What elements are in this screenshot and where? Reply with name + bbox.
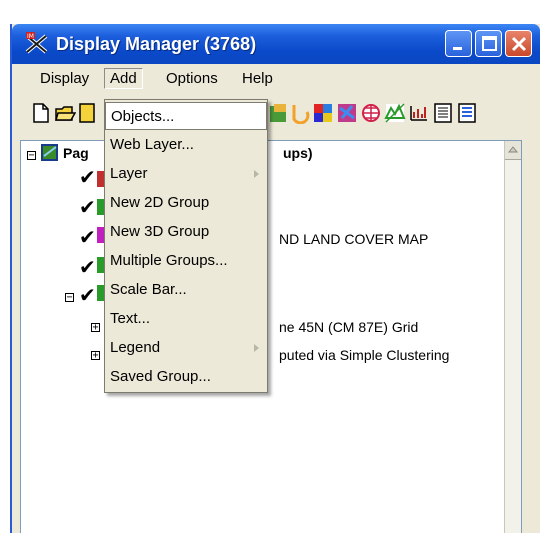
layer-swatch (97, 285, 104, 301)
menu-help[interactable]: Help (236, 70, 279, 87)
maximize-button[interactable] (475, 30, 502, 57)
tree-row-land-cover[interactable]: ND LAND COVER MAP (279, 231, 428, 247)
visibility-checkmark-icon[interactable]: ✔ (79, 255, 96, 280)
expand-clustering-icon[interactable]: + (91, 351, 100, 361)
visibility-checkmark-icon[interactable]: ✔ (79, 165, 96, 190)
color-grid-icon[interactable] (312, 102, 334, 124)
menu-item-objects[interactable]: Objects... (105, 102, 267, 130)
map-layers-icon[interactable] (336, 102, 358, 124)
app-logo-icon: IM (25, 32, 48, 54)
submenu-arrow-icon (254, 344, 259, 352)
menu-item-label: Legend (110, 339, 161, 356)
menu-item-label: Text... (110, 310, 151, 327)
window-title: Display Manager (3768) (56, 34, 257, 54)
submenu-arrow-icon (254, 170, 259, 178)
menu-item-web-layer[interactable]: Web Layer... (105, 131, 267, 159)
menu-display[interactable]: Display (34, 70, 95, 87)
page-layout-icon (41, 144, 58, 161)
minimize-icon (453, 47, 462, 50)
menu-item-label: Multiple Groups... (110, 252, 228, 269)
menu-item-label: New 3D Group (110, 223, 210, 240)
expand-grid-icon[interactable]: + (91, 323, 100, 333)
terrain-icon[interactable] (384, 102, 406, 124)
layer-tree-panel: − Pag ups) ✔ ✔ ✔ ND LAND COVER MAP ✔ − ✔… (20, 140, 522, 533)
display-manager-window: IM Display Manager (3768) Display Add Op… (10, 24, 540, 533)
layer-swatch (97, 199, 104, 215)
vertical-scrollbar[interactable] (504, 141, 521, 533)
table-icon[interactable] (432, 102, 454, 124)
svg-text:IM: IM (27, 33, 34, 40)
maximize-icon (482, 36, 497, 51)
menu-item-scale-bar[interactable]: Scale Bar... (105, 276, 267, 304)
menu-item-label: Scale Bar... (110, 281, 187, 298)
collapse-group-icon[interactable]: − (65, 293, 74, 303)
add-vector-icon[interactable] (290, 102, 312, 124)
menu-item-saved-group[interactable]: Saved Group... (105, 363, 267, 391)
new-document-icon[interactable] (30, 102, 52, 124)
scroll-up-arrow-icon (507, 146, 519, 153)
visibility-checkmark-icon[interactable]: ✔ (79, 225, 96, 250)
menu-item-new-2d-group[interactable]: New 2D Group (105, 189, 267, 217)
menu-item-label: Web Layer... (110, 136, 194, 153)
open-folder-icon[interactable] (54, 102, 76, 124)
minimize-button[interactable] (445, 30, 472, 57)
add-raster-icon[interactable] (268, 102, 290, 124)
menu-item-label: Objects... (111, 108, 175, 125)
chart-icon[interactable] (408, 102, 430, 124)
visibility-checkmark-icon[interactable]: ✔ (79, 195, 96, 220)
layer-swatch (97, 171, 104, 187)
menu-item-label: New 2D Group (110, 194, 210, 211)
close-icon (511, 36, 527, 52)
tree-root-label[interactable]: Pag (63, 145, 89, 161)
menu-item-multiple-groups[interactable]: Multiple Groups... (105, 247, 267, 275)
scroll-up-button[interactable] (505, 141, 521, 160)
toolbar (12, 96, 540, 130)
menu-item-legend[interactable]: Legend (105, 334, 267, 362)
add-menu-dropdown: Objects... Web Layer... Layer New 2D Gro… (104, 99, 268, 393)
save-icon[interactable] (78, 102, 100, 124)
collapse-root-icon[interactable]: − (27, 151, 36, 161)
menu-item-label: Layer (110, 165, 148, 182)
layer-swatch (97, 227, 104, 243)
close-button[interactable] (505, 30, 532, 57)
menu-add[interactable]: Add (104, 68, 143, 89)
menu-item-new-3d-group[interactable]: New 3D Group (105, 218, 267, 246)
tree-row-grid[interactable]: ne 45N (CM 87E) Grid (279, 319, 418, 335)
tree-row-clustering[interactable]: puted via Simple Clustering (279, 347, 449, 363)
layer-swatch (97, 257, 104, 273)
tree-root-label-tail: ups) (283, 145, 313, 161)
menu-options[interactable]: Options (160, 70, 224, 87)
menu-item-text[interactable]: Text... (105, 305, 267, 333)
attribute-table-icon[interactable] (456, 102, 478, 124)
menu-bar: Display Add Options Help (12, 66, 540, 92)
menu-item-layer[interactable]: Layer (105, 160, 267, 188)
visibility-checkmark-icon[interactable]: ✔ (79, 283, 96, 308)
menu-item-label: Saved Group... (110, 368, 211, 385)
globe-grid-icon[interactable] (360, 102, 382, 124)
title-bar[interactable]: IM Display Manager (3768) (12, 24, 540, 64)
